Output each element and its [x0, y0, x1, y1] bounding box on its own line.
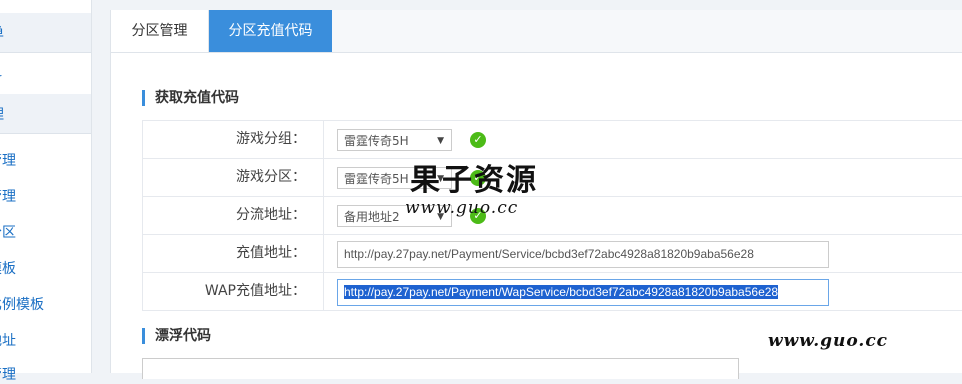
game-group-value: 雷霆传奇5H: [344, 134, 409, 148]
sidebar-item-label: 管理: [0, 367, 16, 383]
sidebar-item-label: 地址: [0, 333, 16, 349]
sidebar-item[interactable]: 管理: [0, 150, 91, 170]
sidebar-item-label: 分区: [0, 225, 16, 241]
pay-address-label: 充值地址：: [236, 245, 306, 261]
sidebar-menu-header[interactable]: 理: [0, 94, 91, 134]
sidebar-item-label: 理: [0, 104, 4, 124]
form-row-game-zone: 游戏分区： 雷霆传奇5H ▼ ✓: [143, 159, 962, 197]
sidebar-item[interactable]: 管理: [0, 364, 91, 384]
sidebar-menu-header: 单: [0, 13, 91, 53]
check-icon: ✓: [470, 132, 486, 148]
sidebar-item-label: 模板: [0, 261, 16, 277]
watermark-logo-text: 果子资源: [410, 163, 538, 198]
sidebar: 单 科 理 管理 管理 分区 模板 比例模板 地址 管理: [0, 0, 92, 383]
dropdown-arrow-icon: ▼: [437, 136, 444, 146]
sidebar-item[interactable]: 模板: [0, 258, 91, 278]
game-group-label: 游戏分组：: [236, 131, 306, 147]
sidebar-item[interactable]: 管理: [0, 186, 91, 206]
sidebar-item[interactable]: 分区: [0, 222, 91, 242]
route-address-label: 分流地址：: [236, 207, 306, 223]
section-title-floating-code: 漂浮代码: [142, 328, 211, 344]
sidebar-item-label: 比例模板: [0, 297, 44, 313]
tab-zone-management[interactable]: 分区管理: [111, 10, 209, 52]
route-address-value: 备用地址2: [344, 210, 400, 224]
form-row-route-address: 分流地址： 备用地址2 ▼ ✓: [143, 197, 962, 235]
tab-zone-recharge-code[interactable]: 分区充值代码: [209, 10, 332, 52]
recharge-form: 游戏分组： 雷霆传奇5H ▼ ✓ 游戏分区： 雷霆传奇5H ▼ ✓ 分流地址： …: [142, 120, 962, 311]
watermark-url: www.guo.cc: [405, 198, 519, 218]
sidebar-item[interactable]: 比例模板: [0, 294, 91, 314]
sidebar-item[interactable]: 地址: [0, 330, 91, 350]
section-title-get-code: 获取充值代码: [142, 90, 239, 106]
form-row-wap-address: WAP充值地址： http://pay.27pay.net/Payment/Wa…: [143, 273, 962, 311]
floating-code-textarea[interactable]: [142, 358, 739, 379]
sidebar-item-label: 科: [0, 64, 2, 84]
sidebar-item-label: 管理: [0, 189, 16, 205]
game-zone-label: 游戏分区：: [236, 169, 306, 185]
game-zone-value: 雷霆传奇5H: [344, 172, 409, 186]
sidebar-item[interactable]: 科: [0, 54, 91, 95]
pay-address-field[interactable]: http://pay.27pay.net/Payment/Service/bcb…: [337, 241, 829, 268]
wap-address-selected-text: http://pay.27pay.net/Payment/WapService/…: [344, 285, 779, 299]
form-row-pay-address: 充值地址： http://pay.27pay.net/Payment/Servi…: [143, 235, 962, 273]
wap-address-label: WAP充值地址：: [204, 283, 306, 299]
form-row-game-group: 游戏分组： 雷霆传奇5H ▼ ✓: [143, 121, 962, 159]
tab-bar: 分区管理 分区充值代码: [111, 10, 962, 53]
sidebar-item-label: 单: [0, 23, 4, 43]
sidebar-item-label: 管理: [0, 153, 16, 169]
wap-address-field[interactable]: http://pay.27pay.net/Payment/WapService/…: [337, 279, 829, 306]
game-group-select[interactable]: 雷霆传奇5H ▼: [337, 129, 452, 151]
watermark-url-corner: www.guo.cc: [768, 331, 889, 351]
